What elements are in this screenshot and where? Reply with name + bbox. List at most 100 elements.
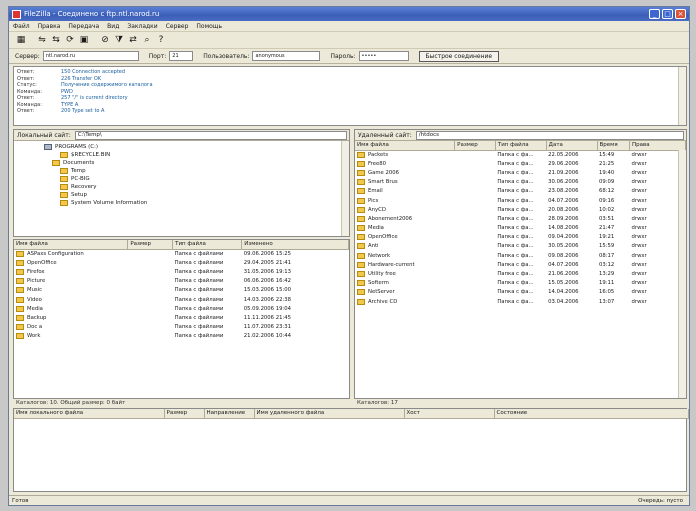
file-name: Free80 [368,160,386,167]
queue-col-direction[interactable]: Направление [204,409,255,419]
maximize-button[interactable]: □ [662,9,673,19]
title-bar[interactable]: FileZilla - Соединено с ftp.ntl.narod.ru… [9,7,689,21]
table-row[interactable]: OpenOffice Папка с фа... 09.04.2006 19:21 dr… [355,233,686,242]
tree-item[interactable]: Temp [44,167,349,175]
local-col-type[interactable]: Тип файла [172,240,243,250]
table-row[interactable]: Backup Папка с файлами 11.11.2006 21:45 [14,313,349,322]
tree-item[interactable]: PROGRAMS (C:) [44,143,349,151]
remote-col-date[interactable]: Дата [546,141,598,151]
queue-col-local[interactable]: Имя локального файла [14,409,165,419]
file-name: OpenOffice [368,234,398,241]
close-button[interactable]: × [675,9,686,19]
local-col-modified[interactable]: Изменено [241,240,349,250]
help-icon[interactable]: ? [155,34,167,46]
cell-time: 09:16 [599,197,615,204]
queue-col-size[interactable]: Размер [164,409,205,419]
cell-time: 16:05 [599,289,615,296]
queue-col-host[interactable]: Хост [404,409,495,419]
quickconnect-button[interactable]: Быстрое соединение [418,50,500,62]
table-row[interactable]: Video Папка с файлами 14.03.2006 22:38 [14,295,349,304]
local-path-input[interactable]: C:\Temp\ [74,130,347,140]
table-row[interactable]: ASPaxs Configuration Папка с файлами 09.06… [14,249,349,258]
table-row[interactable]: Packets Папка с фа... 22.05.2006 15:49 drwxr [355,150,686,159]
local-tree-scrollbar[interactable] [341,141,349,236]
disconnect-icon[interactable]: ⇆ [50,34,62,46]
message-log[interactable]: Ответ: 150 Connection accepted Ответ: 226 … [13,66,687,126]
table-row[interactable]: Anti Папка с фа... 30.05.2006 15:59 drwxr [355,242,686,251]
remote-col-type[interactable]: Тип файла [495,141,547,151]
table-row[interactable]: Media Папка с файлами 05.09.2006 19:04 [14,304,349,313]
table-row[interactable]: Smart Brus Папка с фа... 30.06.2006 09:09 dr… [355,178,686,187]
queue-table: Имя локального файла Размер Направление … [14,409,689,419]
table-row[interactable]: OpenOffice Папка с файлами 29.04.2005 21:4… [14,258,349,267]
table-row[interactable]: Hardware-current Папка с фа... 04.07.2006 0… [355,260,686,269]
host-input[interactable]: ntl.narod.ru [42,51,139,61]
file-name: Game 2006 [368,169,399,176]
cell-date: 20.08.2006 [548,206,579,213]
log-scrollbar[interactable] [678,67,686,125]
cell-type: Папка с фа... [497,169,534,176]
user-input[interactable]: anonymous [252,51,321,61]
transfer-queue[interactable]: Имя локального файла Размер Направление … [13,408,689,492]
remote-col-perms[interactable]: Права [629,141,686,151]
local-col-name[interactable]: Имя файла [14,240,129,250]
cell-time: 03:12 [599,261,615,268]
queue-col-status[interactable]: Состояние [494,409,689,419]
table-row[interactable]: Picture Папка с файлами 06.06.2006 16:42 [14,277,349,286]
reconnect-icon[interactable]: ⇋ [36,34,48,46]
tree-item[interactable]: Setup [44,191,349,199]
tree-item[interactable]: Documents [44,159,349,167]
stop-icon[interactable]: ⊘ [99,34,111,46]
queue-col-remote[interactable]: Имя удаленного файла [254,409,405,419]
table-row[interactable]: Email Папка с фа... 23.08.2006 68:12 drwxr [355,187,686,196]
minimize-button[interactable]: _ [649,9,660,19]
folder-icon [16,250,24,257]
remote-path-input[interactable]: /htdocs [415,130,684,140]
local-col-size[interactable]: Размер [127,240,174,250]
menu-edit[interactable]: Правка [38,23,61,30]
filezilla-window: FileZilla - Соединено с ftp.ntl.narod.ru… [8,6,690,506]
table-row[interactable]: Pics Папка с фа... 04.07.2006 09:16 drwxr [355,196,686,205]
remote-col-name[interactable]: Имя файла [355,141,456,151]
menu-file[interactable]: Файл [13,23,30,30]
folder-icon [357,271,365,278]
refresh-icon[interactable]: ⟳ [64,34,76,46]
app-icon [12,9,21,19]
password-input[interactable]: ••••• [358,51,409,61]
menu-help[interactable]: Помощь [196,23,222,30]
process-queue-icon[interactable]: ▣ [78,34,90,46]
table-row[interactable]: Doc a Папка с файлами 11.07.2006 23:31 [14,323,349,332]
remote-col-time[interactable]: Время [597,141,631,151]
table-row[interactable]: Firefox Папка с файлами 31.05.2006 19:13 [14,267,349,276]
menu-view[interactable]: Вид [107,23,119,30]
table-row[interactable]: Work Папка с файлами 21.02.2006 10:44 [14,332,349,341]
table-row[interactable]: Game 2006 Папка с фа... 21.09.2006 19:40 drw… [355,168,686,177]
remote-col-size[interactable]: Размер [454,141,496,151]
search-icon[interactable]: ⌕ [141,34,153,46]
table-row[interactable]: Network Папка с фа... 09.08.2006 08:17 drwxr [355,251,686,260]
table-row[interactable]: Utility free Папка с фа... 21.06.2006 13:29… [355,269,686,278]
site-manager-icon[interactable]: ▦ [15,34,27,46]
tree-item[interactable]: PC-BIG [44,175,349,183]
table-row[interactable]: AnyCD Папка с фа... 20.08.2006 10:02 drwxr [355,205,686,214]
cell-size [455,205,496,214]
port-input[interactable]: 21 [169,51,194,61]
remote-scrollbar[interactable] [678,150,686,398]
table-row[interactable]: Abonement2006 Папка с фа... 28.09.2006 03:5… [355,214,686,223]
table-row[interactable]: Free80 Папка с фа... 29.06.2006 21:25 drwxr [355,159,686,168]
table-row[interactable]: Softerm Папка с фа... 15.05.2006 19:11 drwxr [355,279,686,288]
remote-path-bar: Удаленный сайт: /htdocs [355,130,686,141]
cell-time: 68:12 [599,188,615,195]
table-row[interactable]: NetServer Папка с фа... 14.04.2006 16:05 drw… [355,288,686,297]
menu-bookmarks[interactable]: Закладки [127,23,157,30]
menu-server[interactable]: Сервер [166,23,189,30]
tree-item[interactable]: $RECYCLE.BIN [44,151,349,159]
compare-icon[interactable]: ⇄ [127,34,139,46]
table-row[interactable]: Music Папка с файлами 15.03.2006 15:00 [14,286,349,295]
filter-icon[interactable]: ⧩ [113,34,125,46]
table-row[interactable]: Archive CD Папка с фа... 03.04.2006 13:07 dr… [355,297,686,306]
tree-item[interactable]: Recovery [44,183,349,191]
table-row[interactable]: Media Папка с фа... 14.08.2006 21:47 drwxr [355,224,686,233]
menu-transfer[interactable]: Передача [68,23,99,30]
tree-item[interactable]: System Volume Information [44,199,349,207]
